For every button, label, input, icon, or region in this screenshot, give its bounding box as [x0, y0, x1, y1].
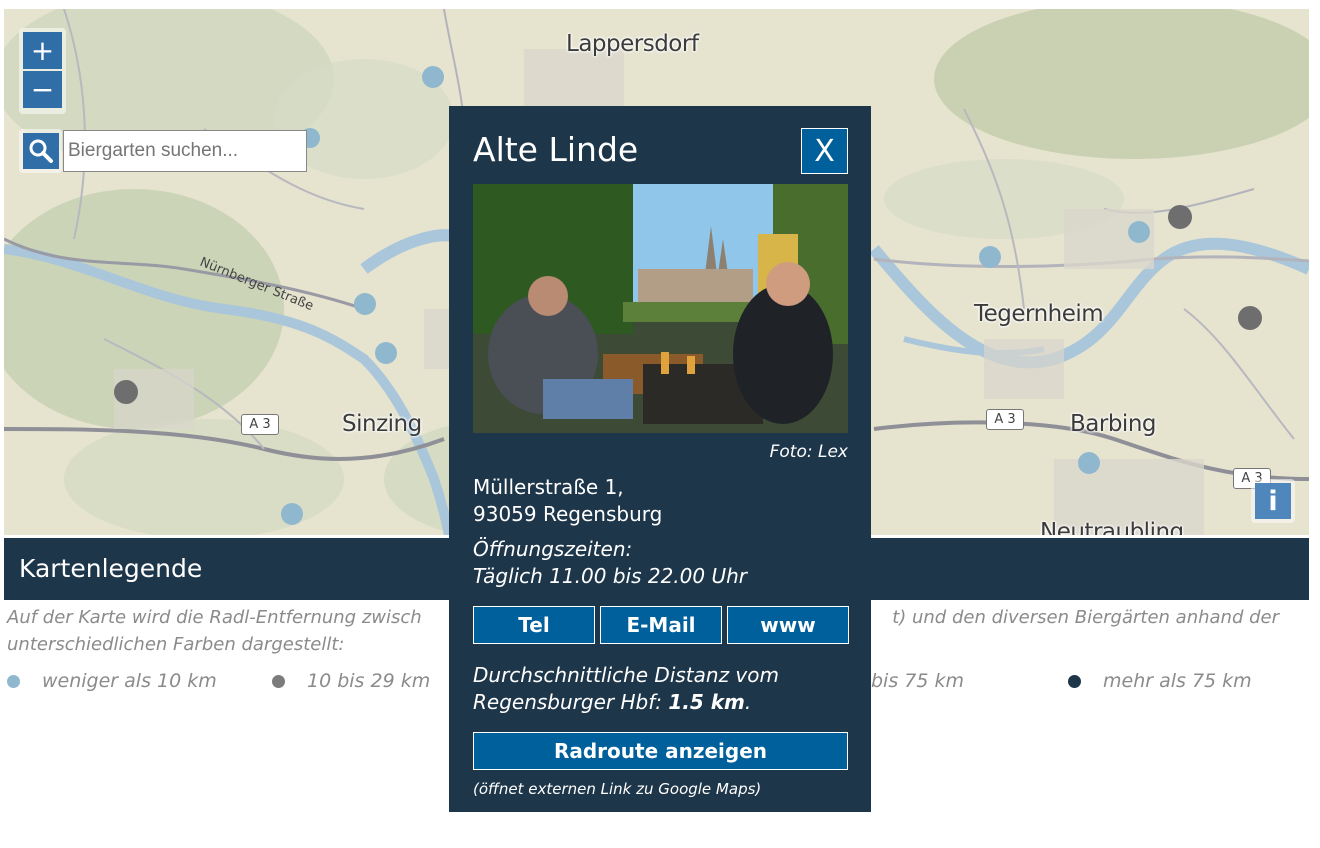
hours-label: Öffnungszeiten: [473, 537, 633, 561]
beergarden-marker[interactable] [114, 380, 138, 404]
place-label-sinzing: Sinzing [342, 411, 422, 437]
legend-text-left: Auf der Karte wird die Radl-Entfernung z… [7, 607, 422, 628]
search-icon [22, 133, 59, 169]
beergarden-marker[interactable] [1238, 306, 1262, 330]
legend-item: bis 75 km [871, 670, 964, 692]
beergarden-marker[interactable] [354, 293, 376, 315]
address-street: Müllerstraße 1, [473, 475, 624, 499]
beergarden-marker[interactable] [422, 66, 444, 88]
website-button[interactable]: www [727, 606, 849, 644]
beergarden-marker[interactable] [1128, 221, 1150, 243]
address-city: 93059 Regensburg [473, 502, 663, 526]
tel-button[interactable]: Tel [473, 606, 595, 644]
beergarden-popup: Alte Linde X Foto: Lex Müllerstraße 1, 9… [449, 106, 871, 812]
legend-label: weniger als 10 km [42, 670, 217, 692]
distance-label-line2: Regensburger Hbf: [473, 690, 669, 714]
legend-dot [1068, 674, 1081, 688]
show-bike-route-button[interactable]: Radroute anzeigen [473, 732, 848, 770]
search-bar [19, 128, 307, 174]
info-icon: i [1255, 483, 1291, 519]
photo-credit: Foto: Lex [769, 442, 848, 462]
legend-item: weniger als 10 km [7, 670, 217, 692]
place-label-tegernheim: Tegernheim [974, 301, 1104, 327]
route-note: (öffnet externen Link zu Google Maps) [473, 780, 762, 798]
place-label-barbing: Barbing [1070, 411, 1157, 437]
distance-info: Durchschnittliche Distanz vom Regensburg… [473, 662, 853, 716]
beergarden-marker[interactable] [1078, 452, 1100, 474]
zoom-control: + − [19, 28, 66, 114]
close-button[interactable]: X [801, 128, 848, 174]
address: Müllerstraße 1, 93059 Regensburg [473, 474, 662, 528]
legend-dot [272, 674, 285, 688]
search-button[interactable] [19, 129, 62, 173]
distance-label: Durchschnittliche Distanz vom [473, 663, 779, 687]
distance-value: 1.5 km [668, 690, 745, 714]
beergarden-marker[interactable] [1168, 205, 1192, 229]
place-label-lappersdorf: Lappersdorf [566, 31, 699, 57]
place-label-neutraubling: Neutraubling [1040, 519, 1184, 535]
legend-item: 10 bis 29 km [272, 670, 430, 692]
legend-item: mehr als 75 km [1068, 670, 1252, 692]
distance-suffix: . [744, 690, 752, 714]
zoom-in-button[interactable]: + [23, 32, 62, 69]
beergarden-marker[interactable] [375, 342, 397, 364]
hours-value: Täglich 11.00 bis 22.00 Uhr [473, 564, 748, 588]
beergarden-marker[interactable] [979, 246, 1001, 268]
motorway-shield: A 3 [986, 409, 1024, 430]
legend-text-right: t) und den diversen Biergärten anhand de… [892, 607, 1279, 628]
zoom-out-button[interactable]: − [23, 71, 62, 108]
beergarden-photo [473, 184, 848, 433]
motorway-shield: A 3 [241, 414, 279, 435]
contact-buttons: Tel E-Mail www [473, 606, 849, 644]
legend-label: mehr als 75 km [1103, 670, 1252, 692]
popup-title: Alte Linde [473, 130, 639, 169]
beergarden-marker[interactable] [281, 503, 303, 525]
legend-dot [7, 674, 20, 688]
info-button[interactable]: i [1251, 479, 1295, 523]
opening-hours: Öffnungszeiten: Täglich 11.00 bis 22.00 … [473, 536, 747, 590]
legend-label: 10 bis 29 km [307, 670, 431, 692]
email-button[interactable]: E-Mail [600, 606, 722, 644]
legend-label: bis 75 km [871, 670, 965, 692]
search-input[interactable] [63, 130, 307, 172]
